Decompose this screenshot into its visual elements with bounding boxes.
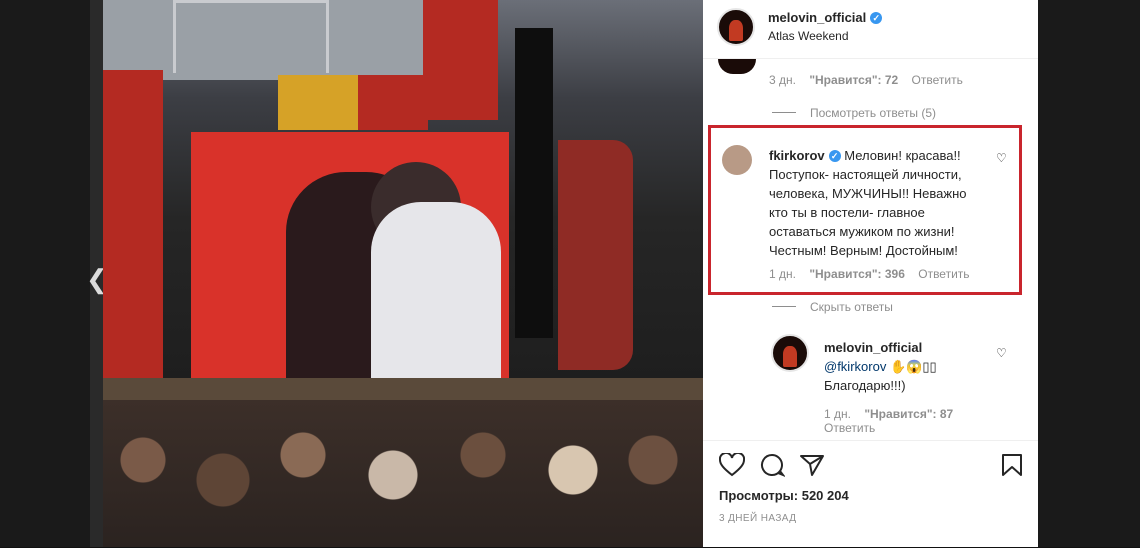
author-username[interactable]: melovin_official ✓: [768, 10, 883, 25]
hide-replies-button[interactable]: Скрыть ответы: [772, 300, 893, 314]
like-heart-icon[interactable]: [718, 451, 746, 483]
crowd: [103, 400, 703, 547]
reply-author-avatar[interactable]: [771, 334, 809, 372]
comment-meta: 3 дн. "Нравится": 72 Ответить: [769, 73, 973, 87]
performer: [371, 202, 501, 382]
author-avatar[interactable]: [717, 8, 755, 46]
comment-author[interactable]: melovin_official: [824, 340, 922, 355]
highlighted-comment-box: [708, 125, 1022, 295]
verified-badge-icon: ✓: [870, 12, 883, 24]
stage-banner: [103, 70, 163, 400]
stage-banner: [423, 0, 498, 120]
share-plane-icon[interactable]: [799, 453, 825, 483]
reply-emojis: ✋😱▯▯: [889, 359, 937, 374]
comment-likes[interactable]: "Нравится": 87: [864, 407, 953, 421]
reply-comment-text: melovin_official @fkirkorov ✋😱▯▯ Благода…: [824, 340, 937, 393]
views-count[interactable]: Просмотры: 520 204: [719, 488, 849, 503]
stage-banner: [278, 75, 358, 130]
mention-link[interactable]: @fkirkorov: [824, 359, 886, 374]
comment-bubble-icon[interactable]: [759, 453, 786, 483]
view-replies-button[interactable]: Посмотреть ответы (5): [772, 106, 936, 120]
post-time-ago[interactable]: 3 ДНЕЙ НАЗАД: [719, 513, 796, 524]
speaker-stack: [515, 28, 553, 338]
post-header: melovin_official ✓ Atlas Weekend: [703, 0, 1038, 59]
bookmark-icon[interactable]: [1001, 453, 1023, 483]
post-video[interactable]: [103, 0, 703, 547]
comment-like-icon[interactable]: ♡: [996, 346, 1007, 360]
right-backdrop: [1038, 0, 1140, 547]
comment-meta: 1 дн. "Нравится": 87: [824, 407, 963, 421]
comment-time: 3 дн.: [769, 73, 796, 87]
comment-avatar[interactable]: [718, 59, 756, 74]
post-location[interactable]: Atlas Weekend: [768, 29, 849, 43]
reply-button[interactable]: Ответить: [824, 421, 875, 435]
reply-button[interactable]: Ответить: [912, 73, 963, 87]
stage-banner: [358, 75, 428, 130]
comment-likes[interactable]: "Нравится": 72: [809, 73, 898, 87]
left-backdrop: [0, 0, 90, 547]
stage-screen: [191, 132, 509, 382]
comment-time: 1 дн.: [824, 407, 851, 421]
side-screen: [558, 140, 633, 370]
stage-truss: [173, 0, 329, 73]
post-actions: Просмотры: 520 204 3 ДНЕЙ НАЗАД: [703, 440, 1038, 548]
